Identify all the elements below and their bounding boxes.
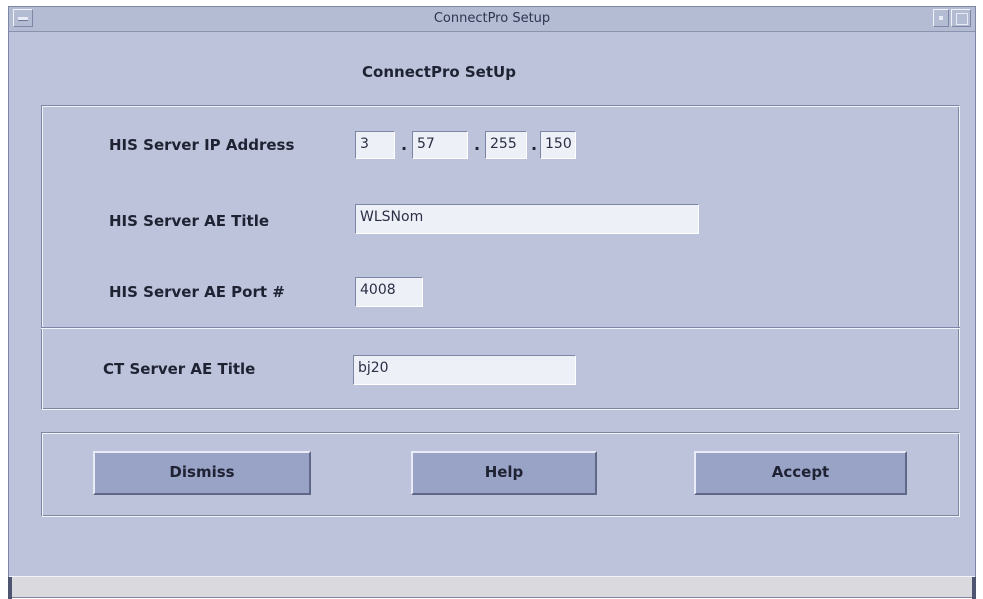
- dialog-heading: ConnectPro SetUp: [362, 63, 516, 81]
- help-button[interactable]: Help: [411, 451, 597, 495]
- ip-octet-3-input[interactable]: 255: [485, 131, 527, 159]
- ip-octet-2-input[interactable]: 57: [412, 131, 468, 159]
- window-title: ConnectPro Setup: [433, 11, 551, 26]
- dismiss-button[interactable]: Dismiss: [93, 451, 311, 495]
- maximize-icon[interactable]: [951, 9, 971, 27]
- ip-octet-1-input[interactable]: 3: [355, 131, 395, 159]
- section-divider: [41, 327, 960, 329]
- window-edge: [972, 577, 976, 599]
- ip-separator: .: [401, 135, 408, 154]
- title-bar[interactable]: ConnectPro Setup: [9, 7, 975, 32]
- ip-octet-4-input[interactable]: 150: [540, 131, 576, 159]
- ae-port-label: HIS Server AE Port #: [109, 283, 285, 301]
- ip-address-label: HIS Server IP Address: [109, 136, 295, 154]
- connectpro-setup-window: ConnectPro Setup ConnectPro SetUp HIS Se…: [8, 6, 976, 599]
- window-edge: [8, 577, 12, 599]
- ip-separator: .: [474, 135, 481, 154]
- ct-title-input[interactable]: bj20: [353, 355, 576, 385]
- ae-port-input[interactable]: 4008: [355, 277, 423, 307]
- minimize-icon[interactable]: [933, 9, 949, 27]
- ae-title-label: HIS Server AE Title: [109, 212, 270, 230]
- accept-button[interactable]: Accept: [694, 451, 907, 495]
- ip-separator: .: [531, 135, 538, 154]
- ct-title-label: CT Server AE Title: [103, 360, 256, 378]
- status-strip: [9, 576, 975, 597]
- ae-title-input[interactable]: WLSNom: [355, 204, 699, 234]
